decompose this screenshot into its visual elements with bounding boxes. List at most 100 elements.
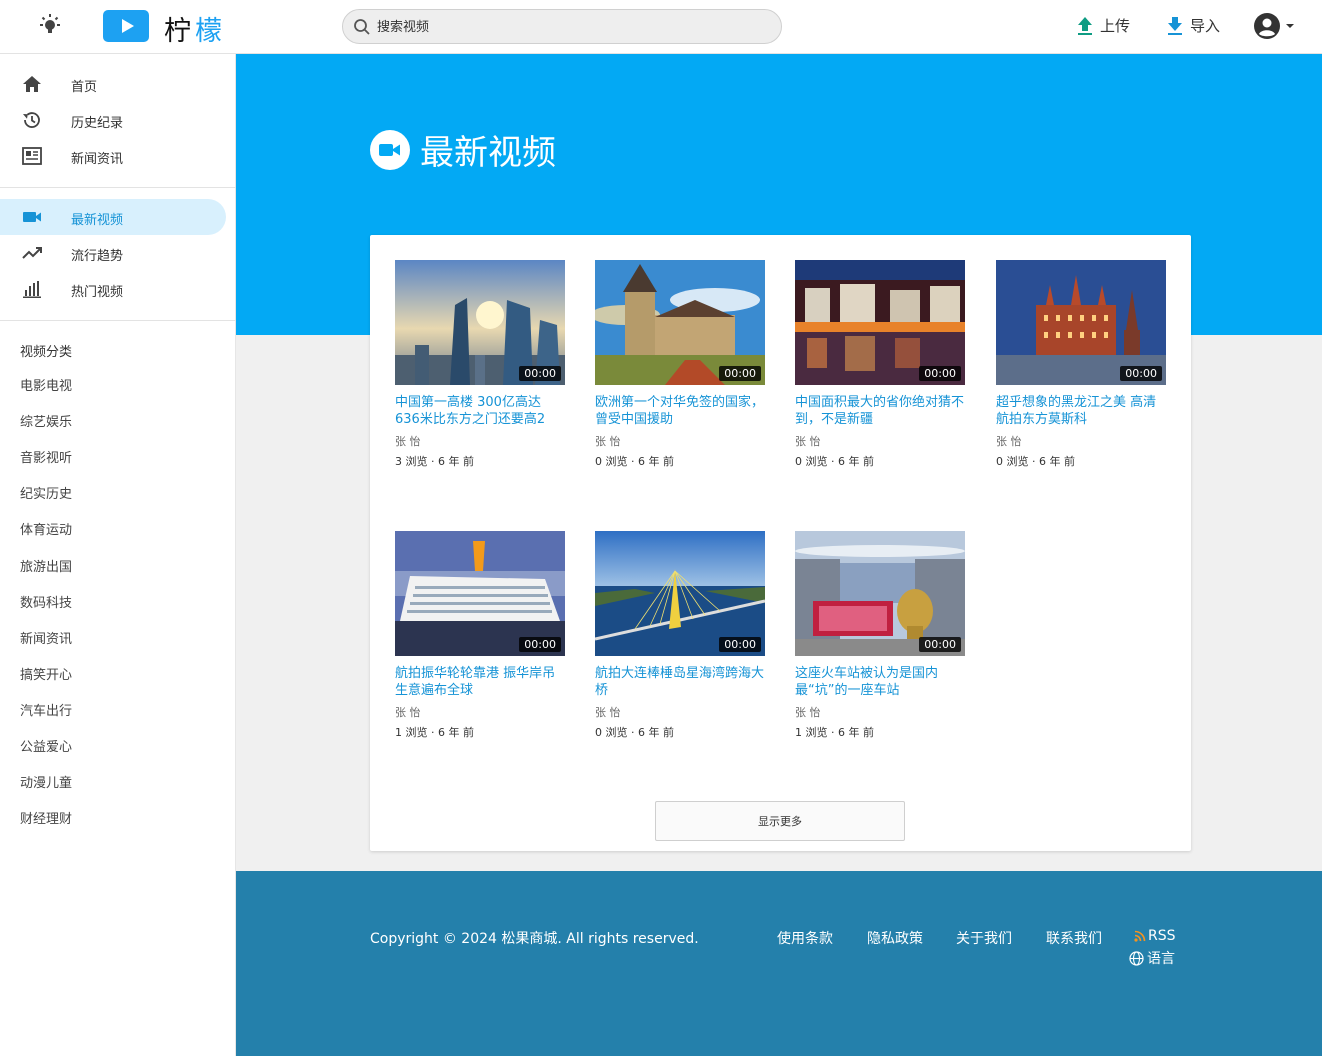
video-title[interactable]: 超乎想象的黑龙江之美 高清航拍东方莫斯科 [996,394,1166,428]
video-duration: 00:00 [919,366,961,381]
sidebar-item-label: 流行趋势 [71,249,124,264]
category-item[interactable]: 公益爱心 [20,736,72,755]
video-author[interactable]: 张 怡 [395,704,565,720]
globe-icon [1129,950,1144,966]
chevron-down-icon [1286,24,1294,28]
rss-link[interactable]: RSS [1134,928,1176,944]
video-meta: 0 浏览 · 6 年 前 [795,455,874,468]
upload-label: 上传 [1100,17,1131,35]
rss-icon [1134,930,1146,942]
video-duration: 00:00 [1120,366,1162,381]
category-title: 视频分类 [20,345,73,360]
video-meta: 1 浏览 · 6 年 前 [395,726,474,739]
video-thumbnail[interactable]: 00:00 [795,531,965,656]
sidebar-divider [0,187,236,188]
sidebar-item-latest-videos[interactable]: 最新视频 [0,199,226,235]
sidebar-item-home[interactable]: 首页 [0,66,226,102]
video-card[interactable]: 00:00 欧洲第一个对华免签的国家，曾受中国援助 张 怡 0 浏览 · 6 年… [595,260,765,469]
upload-icon [1078,16,1092,35]
news-icon [22,147,42,165]
video-duration: 00:00 [519,366,561,381]
video-duration: 00:00 [919,637,961,652]
category-item[interactable]: 综艺娱乐 [20,411,72,430]
sidebar-item-trending[interactable]: 流行趋势 [0,235,226,271]
video-title[interactable]: 航拍振华轮轮靠港 振华岸吊生意遍布全球 [395,665,565,699]
logo-play-icon[interactable] [103,10,149,42]
video-thumbnail[interactable]: 00:00 [395,531,565,656]
history-icon [23,112,40,128]
category-item[interactable]: 数码科技 [20,592,72,611]
video-camera-icon [370,129,410,170]
footer-link-contact[interactable]: 联系我们 [1046,928,1102,948]
category-item[interactable]: 音影视听 [20,447,72,466]
footer-link-terms[interactable]: 使用条款 [777,928,833,948]
video-thumbnail[interactable]: 00:00 [395,260,565,385]
video-thumbnail[interactable]: 00:00 [795,260,965,385]
category-item[interactable]: 财经理财 [20,808,72,827]
video-duration: 00:00 [519,637,561,652]
page-title: 最新视频 [420,133,556,173]
account-menu[interactable] [1253,12,1295,40]
footer-link-about[interactable]: 关于我们 [956,928,1012,948]
video-meta: 0 浏览 · 6 年 前 [595,455,674,468]
video-grid-card: 00:00 中国第一高楼 300亿高达636米比东方之门还要高2 张 怡 3 浏… [370,235,1191,851]
import-button[interactable]: 导入 [1166,15,1220,36]
sidebar-item-label: 历史纪录 [71,116,124,131]
video-title[interactable]: 航拍大连棒棰岛星海湾跨海大桥 [595,665,765,699]
show-more-button[interactable]: 显示更多 [655,801,905,841]
video-author[interactable]: 张 怡 [795,704,965,720]
video-title[interactable]: 中国第一高楼 300亿高达636米比东方之门还要高2 [395,394,565,428]
category-item[interactable]: 搞笑开心 [20,664,72,683]
video-card[interactable]: 00:00 航拍大连棒棰岛星海湾跨海大桥 张 怡 0 浏览 · 6 年 前 [595,531,765,740]
sidebar-item-popular[interactable]: 热门视频 [0,271,226,307]
category-item[interactable]: 纪实历史 [20,483,72,502]
upload-button[interactable]: 上传 [1076,15,1130,36]
category-item[interactable]: 体育运动 [20,519,72,538]
video-author[interactable]: 张 怡 [795,433,965,449]
sidebar-item-label: 最新视频 [71,213,124,228]
video-card[interactable]: 00:00 这座火车站被认为是国内最“坑”的一座车站 张 怡 1 浏览 · 6 … [795,531,965,740]
video-author[interactable]: 张 怡 [996,433,1166,449]
language-selector[interactable]: 语言 [1129,948,1175,968]
video-thumbnail[interactable]: 00:00 [595,260,765,385]
import-label: 导入 [1190,17,1221,35]
sidebar-item-history[interactable]: 历史纪录 [0,102,226,138]
video-title[interactable]: 中国面积最大的省你绝对猜不到，不是新疆 [795,394,965,428]
video-duration: 00:00 [719,366,761,381]
sidebar: 首页 历史纪录 新闻资讯 最新视频 流行趋势 热门视频 视频分类 电影电视 综艺… [0,54,236,1056]
category-item[interactable]: 电影电视 [20,375,72,394]
video-card[interactable]: 00:00 中国第一高楼 300亿高达636米比东方之门还要高2 张 怡 3 浏… [395,260,565,469]
page-header: 最新视频 [370,125,556,174]
search-input[interactable] [377,17,757,37]
video-duration: 00:00 [719,637,761,652]
video-card[interactable]: 00:00 中国面积最大的省你绝对猜不到，不是新疆 张 怡 0 浏览 · 6 年… [795,260,965,469]
copyright-text: Copyright © 2024 松果商城. All rights reserv… [370,931,699,947]
search-box [342,9,782,44]
video-card[interactable]: 00:00 超乎想象的黑龙江之美 高清航拍东方莫斯科 张 怡 0 浏览 · 6 … [996,260,1166,469]
footer-link-privacy[interactable]: 隐私政策 [867,928,923,948]
category-item[interactable]: 动漫儿童 [20,772,72,791]
sidebar-item-news[interactable]: 新闻资讯 [0,138,226,174]
logo-text[interactable]: 柠檬 [164,9,226,48]
category-item[interactable]: 汽车出行 [20,700,72,719]
trending-icon [22,247,42,259]
category-item[interactable]: 新闻资讯 [20,628,72,647]
video-title[interactable]: 欧洲第一个对华免签的国家，曾受中国援助 [595,394,765,428]
video-meta: 1 浏览 · 6 年 前 [795,726,874,739]
sidebar-item-label: 新闻资讯 [71,152,124,167]
category-item[interactable]: 旅游出国 [20,556,72,575]
video-author[interactable]: 张 怡 [395,433,565,449]
video-author[interactable]: 张 怡 [595,433,765,449]
sidebar-divider [0,320,236,321]
sidebar-item-label: 热门视频 [71,285,124,300]
video-thumbnail[interactable]: 00:00 [595,531,765,656]
video-title[interactable]: 这座火车站被认为是国内最“坑”的一座车站 [795,665,965,699]
logo-text-part-1: 柠 [164,16,195,47]
video-card[interactable]: 00:00 航拍振华轮轮靠港 振华岸吊生意遍布全球 张 怡 1 浏览 · 6 年… [395,531,565,740]
search-icon[interactable] [353,18,371,36]
download-icon [1168,16,1182,35]
top-header: 柠檬 上传 导入 [0,0,1322,54]
lightbulb-icon[interactable] [37,13,63,39]
video-thumbnail[interactable]: 00:00 [996,260,1166,385]
video-author[interactable]: 张 怡 [595,704,765,720]
